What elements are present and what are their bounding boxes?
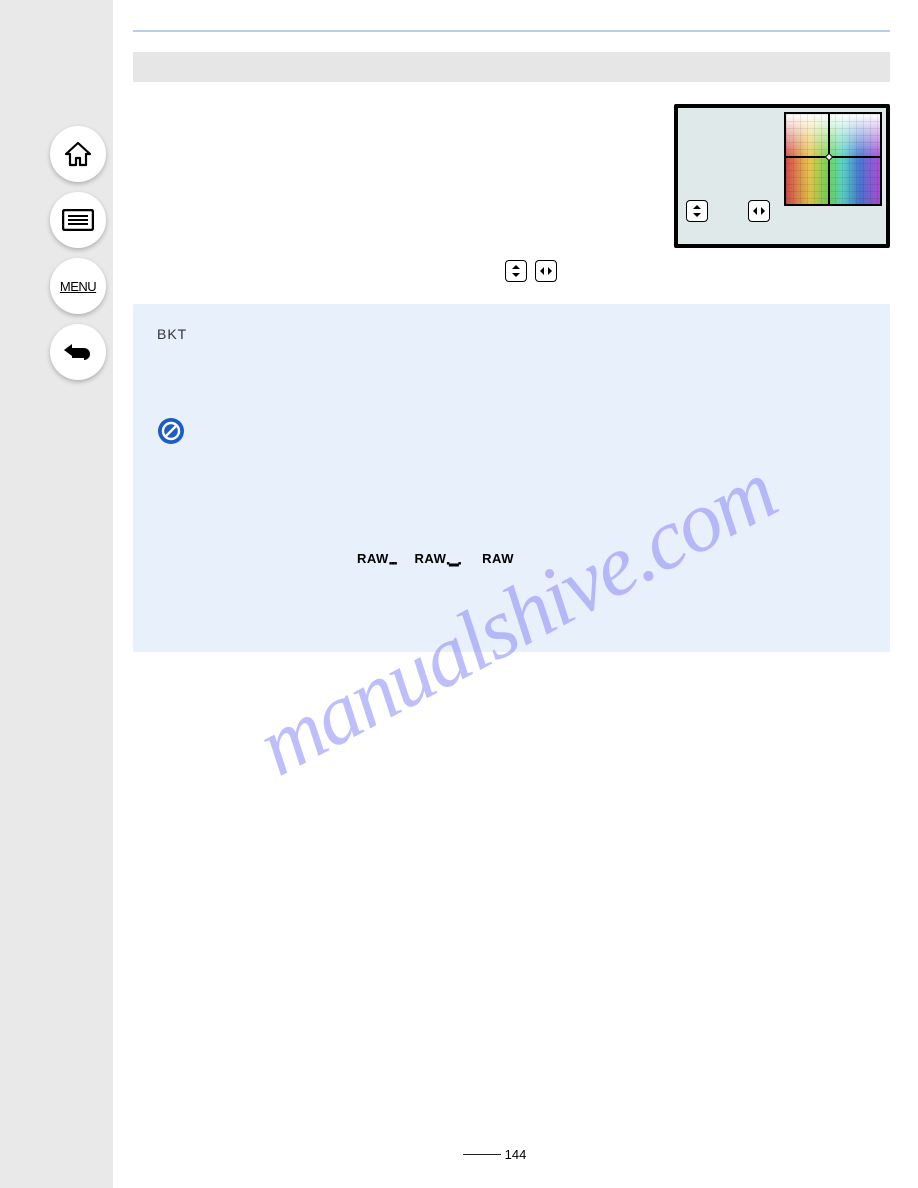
fig-updown-button[interactable]: [686, 200, 708, 222]
bkt-icon: BKT: [157, 326, 233, 342]
na-heading-row: [157, 417, 866, 445]
kbd-updown: [505, 260, 527, 282]
sidebar: MENU: [0, 0, 113, 1188]
raw-label-2: RAW▪▬▪: [415, 551, 461, 566]
info-box: BKT RAW▪▪▪ RAW▪▬▪ RAW: [133, 304, 890, 652]
section-text-col: [133, 104, 656, 248]
fig-leftright-button[interactable]: [748, 200, 770, 222]
home-button[interactable]: [50, 126, 106, 182]
raw-label-1: RAW▪▪▪: [357, 551, 396, 566]
color-cursor: [825, 153, 833, 161]
content: BKT RAW▪▪▪ RAW▪▬▪ RAW manuals: [113, 0, 918, 1188]
back-button[interactable]: [50, 324, 106, 380]
leftright-arrows-icon: [752, 205, 766, 217]
home-icon: [63, 141, 93, 167]
inline-kbd-row: [133, 260, 890, 282]
raw-label-3: RAW: [482, 551, 514, 566]
menu-button[interactable]: MENU: [50, 258, 106, 314]
page-root: MENU: [0, 0, 918, 1188]
info-line1: BKT: [157, 324, 866, 345]
section-row: [133, 104, 890, 248]
figure-background: [678, 108, 886, 244]
section-bar: [133, 52, 890, 82]
not-available-icon: [157, 417, 185, 445]
leftright-arrows-icon: [539, 265, 553, 277]
kbd-leftright: [535, 260, 557, 282]
list-icon: [62, 209, 94, 231]
list-button[interactable]: [50, 192, 106, 248]
color-grid: [784, 112, 882, 206]
menu-label: MENU: [60, 279, 96, 294]
top-divider: [133, 14, 890, 32]
raw-line: RAW▪▪▪ RAW▪▬▪ RAW: [157, 549, 866, 572]
back-icon: [62, 340, 94, 364]
updown-arrows-icon: [691, 204, 703, 218]
updown-arrows-icon: [510, 264, 522, 278]
wb-figure: [674, 104, 890, 248]
page-number: 144: [113, 1145, 918, 1162]
